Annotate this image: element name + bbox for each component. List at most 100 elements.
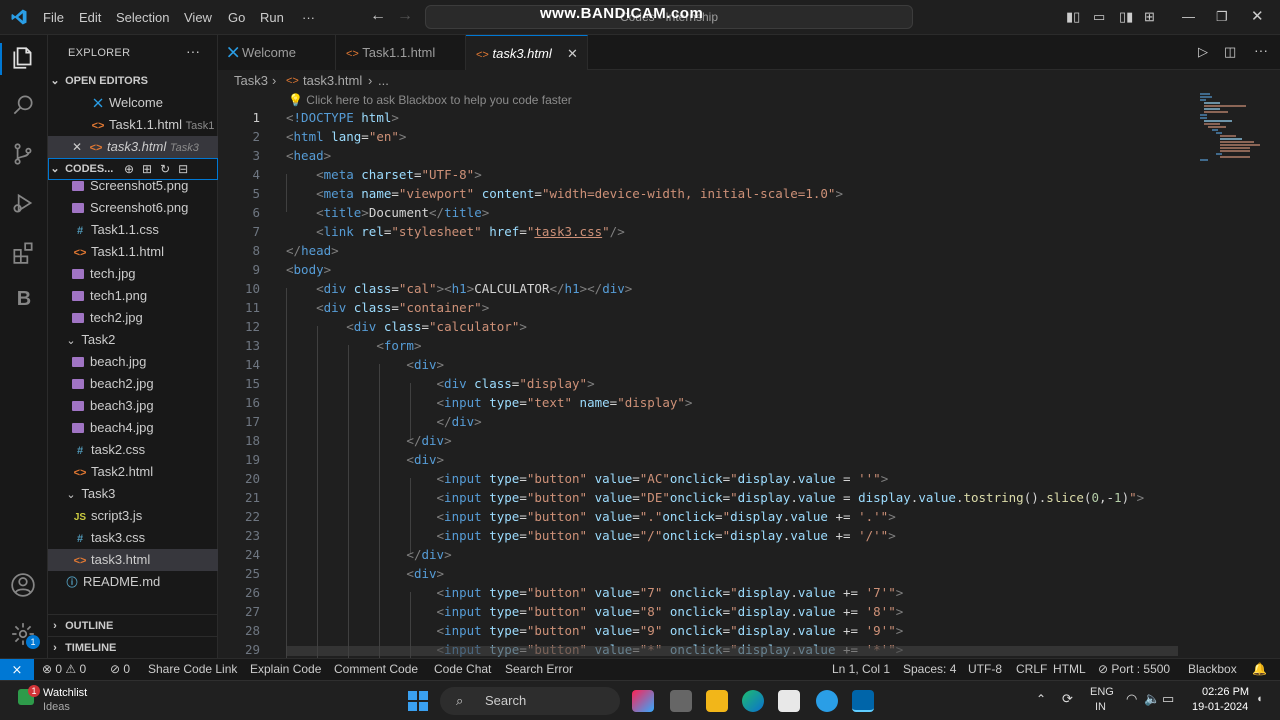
file-item[interactable]: tech2.jpg xyxy=(48,307,218,329)
clock-time[interactable]: 02:26 PM xyxy=(1202,686,1249,698)
sync-icon[interactable]: ⟳ xyxy=(1062,691,1073,707)
live-server-port[interactable]: ⊘ Port : 5500 xyxy=(1098,659,1170,680)
taskbar-search[interactable]: ⌕ Search xyxy=(440,687,620,715)
task-view-icon[interactable] xyxy=(670,690,692,712)
blackbox-hint[interactable]: 💡 Click here to ask Blackbox to help you… xyxy=(288,93,572,107)
file-item[interactable]: JS script3.js xyxy=(48,505,218,527)
file-explorer-icon[interactable] xyxy=(706,690,728,712)
vscode-taskbar-icon[interactable] xyxy=(852,690,874,712)
file-item[interactable]: beach2.jpg xyxy=(48,373,218,395)
file-label: beach4.jpg xyxy=(90,420,154,435)
menu-go[interactable]: Go xyxy=(228,10,245,25)
menu-file[interactable]: File xyxy=(43,10,64,25)
menu-run[interactable]: Run xyxy=(260,10,284,25)
forward-arrow-icon[interactable]: → xyxy=(397,7,413,25)
file-item[interactable]: beach.jpg xyxy=(48,351,218,373)
open-editor-welcome[interactable]: ⨉ Welcome xyxy=(48,92,218,114)
indentation[interactable]: Spaces: 4 xyxy=(903,659,956,680)
windows-start-icon[interactable] xyxy=(408,691,428,711)
blackbox-status[interactable]: Blackbox xyxy=(1188,659,1237,680)
comment-code[interactable]: Comment Code xyxy=(334,659,418,680)
explorer-more-icon[interactable]: ··· xyxy=(186,43,200,59)
tab-welcome[interactable]: ⨉ Welcome xyxy=(218,35,336,70)
menu-edit[interactable]: Edit xyxy=(79,10,101,25)
file-item[interactable]: # task2.css xyxy=(48,439,218,461)
notifications-bell-icon[interactable]: 🔔 xyxy=(1252,659,1267,680)
run-debug-icon[interactable] xyxy=(10,190,38,218)
split-editor-icon[interactable]: ◫ xyxy=(1224,44,1236,60)
search-error[interactable]: Search Error xyxy=(505,659,573,680)
blackbox-icon[interactable]: B xyxy=(10,288,38,316)
edge-browser-icon[interactable] xyxy=(742,690,764,712)
volume-icon[interactable]: 🔈 xyxy=(1144,691,1160,707)
tab-task1[interactable]: <> Task1.1.html xyxy=(336,35,466,70)
file-item[interactable]: beach3.jpg xyxy=(48,395,218,417)
outline-header[interactable]: › OUTLINE xyxy=(48,614,218,636)
wifi-icon[interactable]: ◠ xyxy=(1126,691,1137,707)
maximize-icon[interactable]: ❐ xyxy=(1216,9,1228,25)
explain-code[interactable]: Explain Code xyxy=(250,659,321,680)
tab-task3[interactable]: <> task3.html ✕ xyxy=(466,35,588,70)
app-icon[interactable] xyxy=(816,690,838,712)
close-icon[interactable]: ✕ xyxy=(72,136,88,158)
open-editor-desc: Task1 xyxy=(185,120,215,132)
extensions-icon[interactable] xyxy=(10,239,38,267)
close-tab-icon[interactable]: ✕ xyxy=(567,36,578,71)
menu-more[interactable]: ··· xyxy=(302,10,315,25)
minimize-icon[interactable]: — xyxy=(1182,9,1195,24)
store-icon[interactable] xyxy=(778,690,800,712)
breadcrumb-folder[interactable]: Task3 xyxy=(234,70,268,92)
file-item[interactable]: tech.jpg xyxy=(48,263,218,285)
cursor-position[interactable]: Ln 1, Col 1 xyxy=(832,659,890,680)
chevron-up-icon[interactable]: ⌃ xyxy=(1036,692,1046,706)
language-mode[interactable]: HTML xyxy=(1053,659,1086,680)
line-ending[interactable]: CRLF xyxy=(1016,659,1047,680)
source-control-icon[interactable] xyxy=(10,141,38,169)
back-arrow-icon[interactable]: ← xyxy=(370,7,386,25)
menu-selection[interactable]: Selection xyxy=(116,10,169,25)
customize-layout-icon[interactable]: ⊞ xyxy=(1144,9,1155,25)
accounts-icon[interactable] xyxy=(10,572,38,600)
toggle-sidebar-icon[interactable]: ▮▯ xyxy=(1066,9,1080,25)
file-item[interactable]: beach4.jpg xyxy=(48,417,218,439)
remote-icon[interactable]: ⨯ xyxy=(0,659,34,681)
run-icon[interactable]: ▷ xyxy=(1198,44,1208,60)
folder-item[interactable]: ⌄ Task3 xyxy=(48,483,218,505)
search-icon[interactable] xyxy=(10,92,38,120)
breadcrumb-more[interactable]: ... xyxy=(378,70,389,92)
notification-icon[interactable]: ◖ xyxy=(1256,693,1263,705)
copilot-icon[interactable] xyxy=(632,690,654,712)
input-language[interactable]: ENG xyxy=(1090,686,1114,698)
widget-title[interactable]: Watchlist xyxy=(43,687,87,699)
file-item[interactable]: # Task1.1.css xyxy=(48,219,218,241)
file-item[interactable]: # task3.css xyxy=(48,527,218,549)
close-window-icon[interactable]: ✕ xyxy=(1251,7,1264,25)
open-editors-header[interactable]: ⌄ OPEN EDITORS xyxy=(48,70,218,92)
file-item[interactable]: <> Task1.1.html xyxy=(48,241,218,263)
file-item[interactable]: ⓘ README.md xyxy=(48,571,218,593)
horizontal-scrollbar[interactable] xyxy=(286,646,1178,656)
code-chat[interactable]: Code Chat xyxy=(434,659,491,680)
minimap[interactable] xyxy=(1198,92,1268,172)
file-item[interactable]: Screenshot5.png xyxy=(48,175,218,197)
open-editor-task1[interactable]: <> Task1.1.html Task1 xyxy=(48,114,218,136)
file-item[interactable]: <> Task2.html xyxy=(48,461,218,483)
file-item[interactable]: Screenshot6.png xyxy=(48,197,218,219)
battery-icon[interactable]: ▭ xyxy=(1162,691,1174,707)
explorer-icon[interactable] xyxy=(10,45,38,73)
problems-indicator[interactable]: ⊗ 0 ⚠ 0 xyxy=(42,659,86,680)
file-item-selected[interactable]: <> task3.html xyxy=(48,549,218,571)
file-item[interactable]: tech1.png xyxy=(48,285,218,307)
share-code-link[interactable]: Share Code Link xyxy=(148,659,237,680)
toggle-panel-icon[interactable]: ▭ xyxy=(1093,9,1105,25)
ports-indicator[interactable]: ⊘ 0 xyxy=(110,659,130,680)
open-editor-task3[interactable]: ✕ <> task3.html Task3 xyxy=(48,136,218,158)
timeline-header[interactable]: › TIMELINE xyxy=(48,636,218,658)
breadcrumb-file[interactable]: task3.html xyxy=(303,70,362,92)
encoding[interactable]: UTF-8 xyxy=(968,659,1002,680)
folder-item[interactable]: ⌄ Task2 xyxy=(48,329,218,351)
menu-view[interactable]: View xyxy=(184,10,212,25)
editor-more-icon[interactable]: ··· xyxy=(1254,42,1268,58)
toggle-secondary-sidebar-icon[interactable]: ▯▮ xyxy=(1119,9,1133,25)
code-editor[interactable]: 💡 Click here to ask Blackbox to help you… xyxy=(218,92,1280,658)
